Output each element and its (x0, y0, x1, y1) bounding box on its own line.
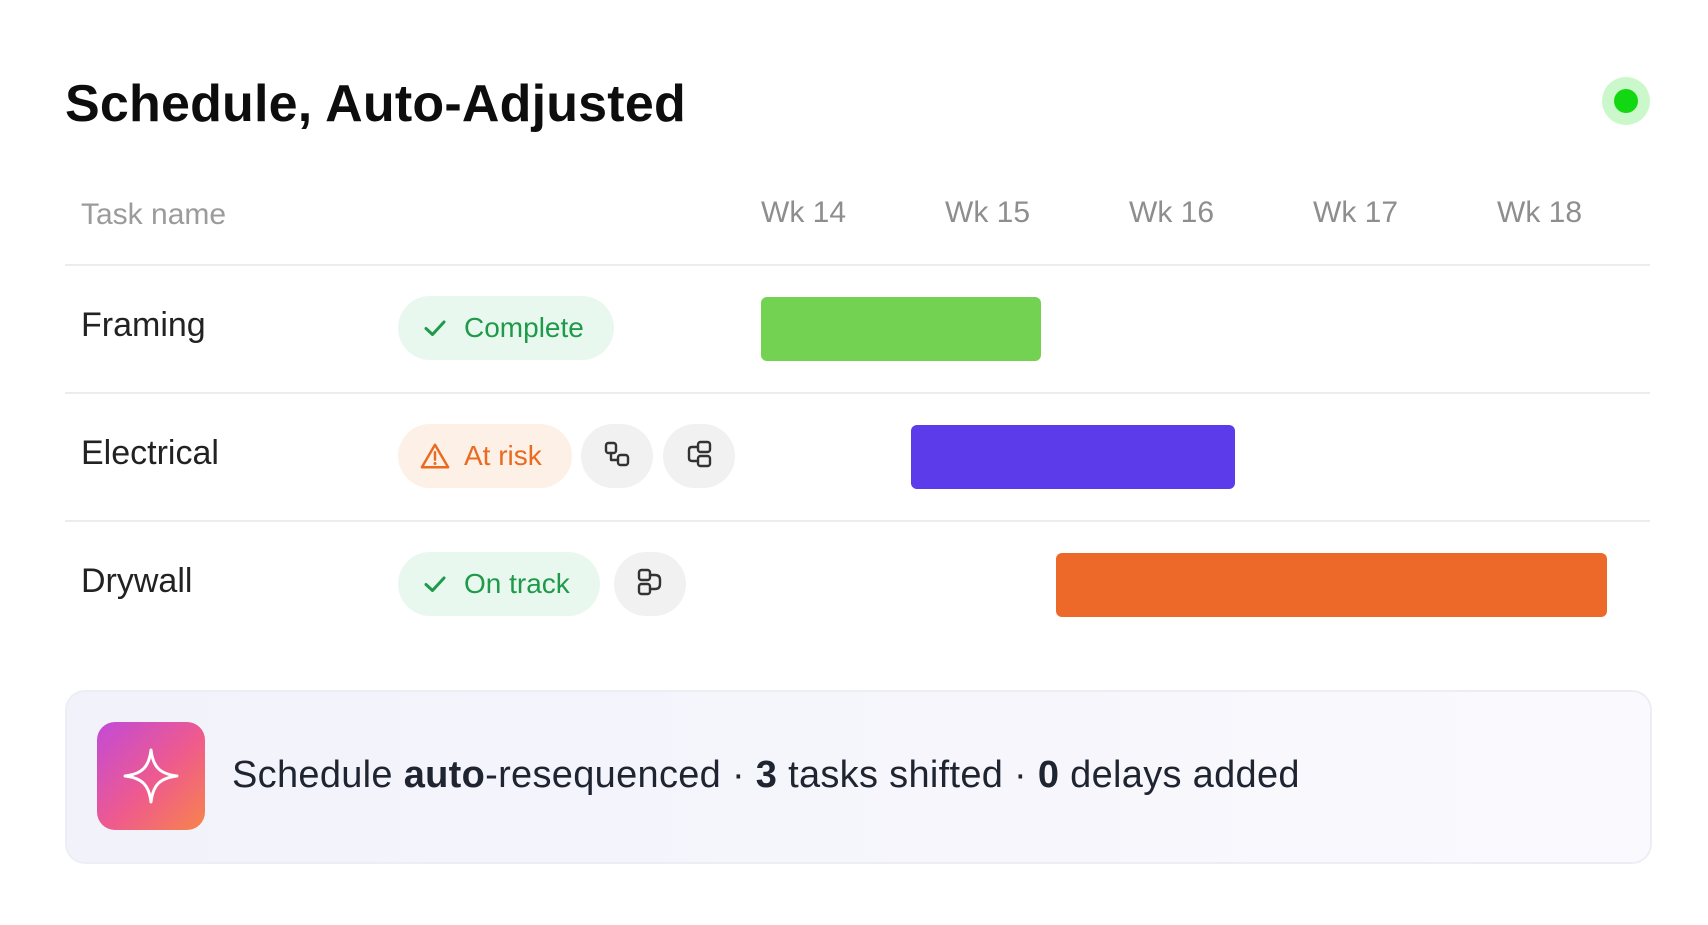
status-badge-complete[interactable]: Complete (398, 296, 614, 360)
status-label: Complete (464, 312, 584, 343)
auto-resequence-banner: Schedule auto-resequenced · 3 tasks shif… (65, 690, 1652, 864)
check-icon (420, 569, 450, 599)
check-icon (420, 313, 450, 343)
banner-highlight-auto: auto (403, 754, 486, 796)
status-dot-icon (1614, 89, 1638, 113)
banner-message: Schedule auto-resequenced · 3 tasks shif… (232, 754, 1300, 797)
link-dependency-button[interactable] (581, 424, 653, 488)
link-dependency-icon (602, 439, 632, 474)
page-title: Schedule, Auto-Adjusted (65, 75, 686, 133)
week-label-wk14: Wk 14 (761, 196, 847, 229)
warning-triangle-icon (420, 441, 450, 471)
task-name: Drywall (81, 562, 193, 600)
banner-text: Schedule (232, 754, 404, 796)
live-status-indicator (1602, 77, 1650, 125)
gantt-bar-drywall[interactable] (1056, 553, 1607, 617)
status-badge-at-risk[interactable]: At risk (398, 424, 572, 488)
merge-dependency-icon (635, 567, 665, 602)
week-label-wk16: Wk 16 (1129, 196, 1215, 229)
timeline-header: Task name Wk 14 Wk 15 Wk 16 Wk 17 Wk 18 (65, 190, 1650, 266)
task-name-column-header: Task name (81, 198, 227, 231)
branch-dependency-icon (684, 439, 714, 474)
banner-text: delays added (1059, 754, 1300, 796)
task-row-framing[interactable]: Framing Complete (65, 266, 1650, 394)
task-name: Electrical (81, 434, 219, 472)
branch-dependency-button[interactable] (663, 424, 735, 488)
week-label-wk15: Wk 15 (945, 196, 1031, 229)
task-row-drywall[interactable]: Drywall On track (65, 522, 1650, 648)
status-badge-on-track[interactable]: On track (398, 552, 600, 616)
gantt-bar-electrical[interactable] (911, 425, 1235, 489)
status-label: At risk (464, 440, 542, 471)
banner-count-shifted: 3 (755, 754, 778, 796)
merge-dependency-button[interactable] (614, 552, 686, 616)
banner-text: -resequenced · (485, 754, 756, 796)
sparkle-icon (97, 722, 205, 830)
gantt-bar-framing[interactable] (761, 297, 1041, 361)
task-row-electrical[interactable]: Electrical At risk (65, 394, 1650, 522)
week-label-wk18: Wk 18 (1497, 196, 1583, 229)
task-name: Framing (81, 306, 206, 344)
banner-text: tasks shifted · (777, 754, 1038, 796)
status-label: On track (464, 568, 570, 599)
banner-count-delays: 0 (1037, 754, 1060, 796)
week-label-wk17: Wk 17 (1313, 196, 1399, 229)
